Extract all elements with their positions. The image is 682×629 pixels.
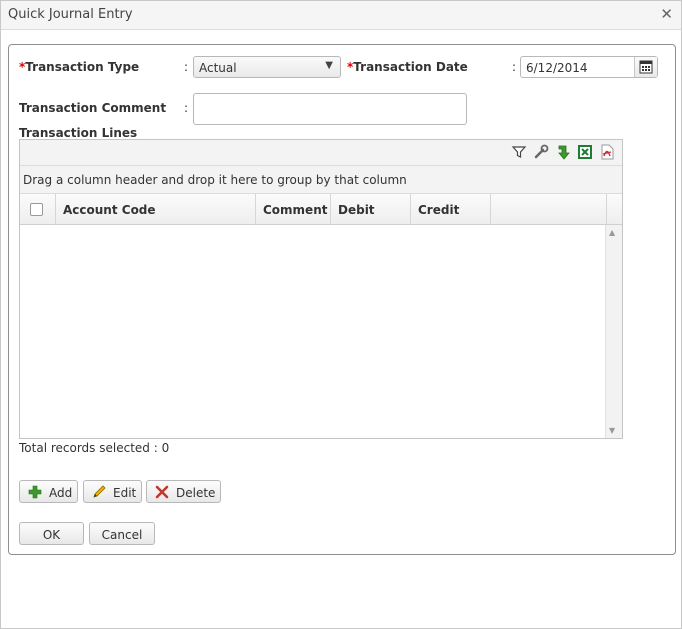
colon: :: [512, 60, 517, 74]
transaction-type-label: *Transaction Type: [19, 60, 139, 74]
group-hint-text: Drag a column header and drop it here to…: [23, 173, 407, 187]
select-all-header: [20, 194, 56, 224]
transaction-comment-label: Transaction Comment: [19, 101, 167, 115]
group-drop-area[interactable]: Drag a column header and drop it here to…: [20, 166, 622, 194]
column-label: Debit: [338, 203, 375, 217]
colon: :: [184, 60, 189, 74]
column-label: Comment: [263, 203, 328, 217]
delete-label: Delete: [176, 486, 216, 500]
filter-icon[interactable]: [510, 143, 528, 161]
scroll-down-icon[interactable]: ▼: [609, 426, 615, 435]
transaction-date-label-text: Transaction Date: [353, 60, 468, 74]
quick-journal-entry-dialog: Quick Journal Entry ✕ *Transaction Type …: [0, 0, 682, 629]
excel-export-icon[interactable]: [576, 143, 594, 161]
dialog-titlebar: Quick Journal Entry ✕: [1, 1, 681, 30]
grid-toolbar: [20, 140, 622, 166]
transaction-lines-grid: Drag a column header and drop it here to…: [19, 139, 623, 439]
grid-scrollbar[interactable]: ▲ ▼: [605, 225, 622, 438]
column-header-empty: [491, 194, 607, 224]
column-label: Credit: [418, 203, 460, 217]
close-icon[interactable]: ✕: [660, 6, 673, 22]
add-icon: [28, 485, 42, 499]
transaction-type-label-text: Transaction Type: [25, 60, 140, 74]
calendar-icon: [639, 60, 653, 74]
delete-x-icon: [155, 485, 169, 499]
transaction-comment-input[interactable]: [193, 93, 467, 125]
dialog-title: Quick Journal Entry: [8, 7, 133, 22]
select-all-checkbox[interactable]: [30, 203, 43, 216]
cancel-label: Cancel: [101, 528, 143, 542]
refresh-icon[interactable]: [554, 143, 572, 161]
calendar-button[interactable]: [634, 57, 657, 77]
transaction-date-value: 6/12/2014: [526, 61, 588, 75]
transaction-lines-label: Transaction Lines: [19, 126, 138, 140]
edit-label: Edit: [113, 486, 137, 500]
scroll-up-icon[interactable]: ▲: [609, 228, 615, 237]
pencil-icon: [93, 485, 106, 498]
column-header-account-code[interactable]: Account Code: [56, 194, 256, 224]
pdf-export-icon[interactable]: [598, 143, 616, 161]
transaction-date-label: *Transaction Date: [347, 60, 468, 74]
ok-label: OK: [42, 528, 61, 542]
cancel-button[interactable]: Cancel: [89, 522, 155, 545]
delete-button[interactable]: Delete: [146, 480, 221, 503]
wrench-icon[interactable]: [532, 143, 550, 161]
transaction-date-input[interactable]: 6/12/2014: [520, 56, 658, 78]
column-header-comment[interactable]: Comment: [256, 194, 331, 224]
edit-button[interactable]: Edit: [83, 480, 142, 503]
column-label: Account Code: [63, 203, 156, 217]
add-button[interactable]: Add: [19, 480, 78, 503]
ok-button[interactable]: OK: [19, 522, 84, 545]
total-records-text: Total records selected : 0: [19, 441, 170, 455]
grid-header: Account Code Comment Debit Credit: [20, 194, 622, 225]
colon: :: [184, 101, 189, 115]
transaction-type-value: Actual: [199, 61, 237, 75]
column-header-debit[interactable]: Debit: [331, 194, 411, 224]
chevron-down-icon: ▼: [325, 60, 333, 71]
column-header-credit[interactable]: Credit: [411, 194, 491, 224]
add-label: Add: [49, 486, 73, 500]
transaction-type-select[interactable]: Actual ▼: [193, 56, 341, 78]
